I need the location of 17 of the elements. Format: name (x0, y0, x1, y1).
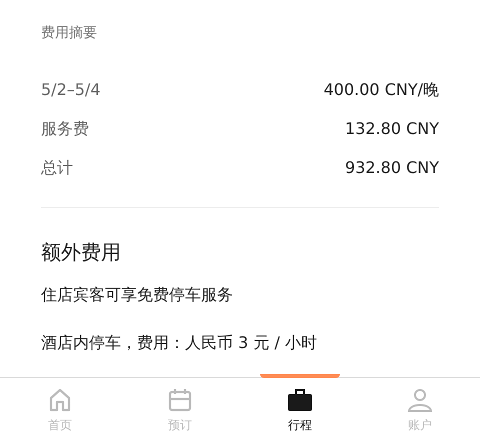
fee-note: 住店宾客可享免费停车服务 (41, 284, 234, 306)
section-title: 费用摘要 (41, 24, 98, 43)
fee-label: 服务费 (41, 118, 89, 140)
fee-label: 总计 (41, 156, 73, 178)
fee-amount: 132.80 CNY (345, 118, 439, 140)
fee-amount: 400.00 CNY/晚 (324, 78, 439, 100)
section-heading: 额外费用 (41, 239, 122, 266)
tab-item[interactable]: 账户 (360, 378, 480, 440)
person-icon (406, 386, 434, 414)
tab-item[interactable]: 行程 (240, 378, 360, 440)
fee-label: 5/2–5/4 (41, 78, 100, 100)
briefcase-icon (286, 386, 314, 414)
calendar-icon (166, 386, 194, 414)
tab-item[interactable]: 首页 (0, 378, 120, 440)
fee-note: 酒店内停车，费用：人民币 3 元 / 小时 (41, 332, 318, 354)
tab-item[interactable]: 预订 (120, 378, 240, 440)
fee-amount: 932.80 CNY (345, 156, 439, 178)
